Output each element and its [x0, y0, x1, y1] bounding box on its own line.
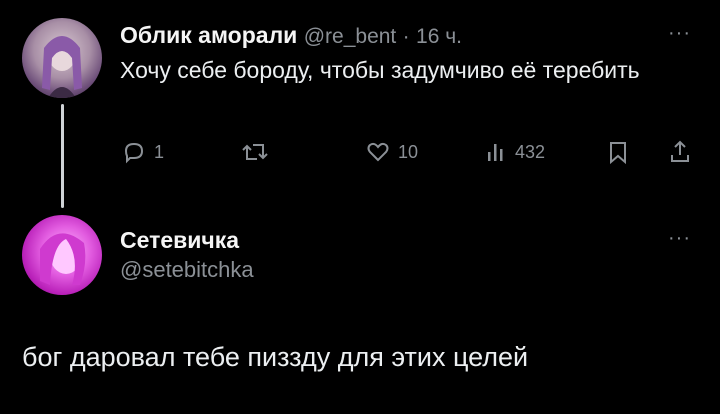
action-bar: 1 10 432 [120, 138, 700, 170]
share-icon [671, 140, 689, 162]
reply-author-handle[interactable]: @setebitchka [120, 257, 254, 283]
views-icon [488, 144, 503, 161]
retweet-button[interactable] [240, 138, 270, 166]
share-button[interactable] [668, 138, 692, 166]
avatar[interactable] [22, 215, 102, 295]
retweet-icon [242, 144, 268, 160]
reply-count: 1 [154, 141, 165, 162]
bookmark-button[interactable] [606, 138, 630, 166]
views-count: 432 [515, 141, 546, 162]
more-options-icon[interactable]: ··· [668, 227, 691, 250]
thread-line [61, 104, 64, 208]
like-count: 10 [398, 141, 419, 162]
more-options-icon[interactable]: ··· [668, 22, 691, 45]
timestamp[interactable]: 16 ч. [416, 25, 462, 48]
author-handle[interactable]: @re_bent [304, 25, 397, 48]
reply-icon [124, 142, 144, 164]
reply-author-name[interactable]: Сетевичка [120, 227, 239, 254]
like-icon [367, 142, 389, 162]
views-button[interactable]: 432 [485, 138, 545, 166]
reply-button[interactable]: 1 [120, 138, 164, 166]
bookmark-icon [610, 142, 626, 165]
reply-text: бог даровал тебе пиззду для этих целей [22, 342, 529, 372]
author-name[interactable]: Облик аморали [120, 22, 297, 48]
avatar-photo-icon [40, 233, 86, 285]
tweet-header: Облик аморали @re_bent · 16 ч. [120, 22, 462, 49]
avatar-photo-icon [42, 36, 82, 98]
like-button[interactable]: 10 [364, 138, 418, 166]
tweet-text: Хочу себе бороду, чтобы задумчиво её тер… [120, 57, 640, 83]
separator: · [402, 25, 410, 48]
avatar[interactable] [22, 18, 102, 98]
